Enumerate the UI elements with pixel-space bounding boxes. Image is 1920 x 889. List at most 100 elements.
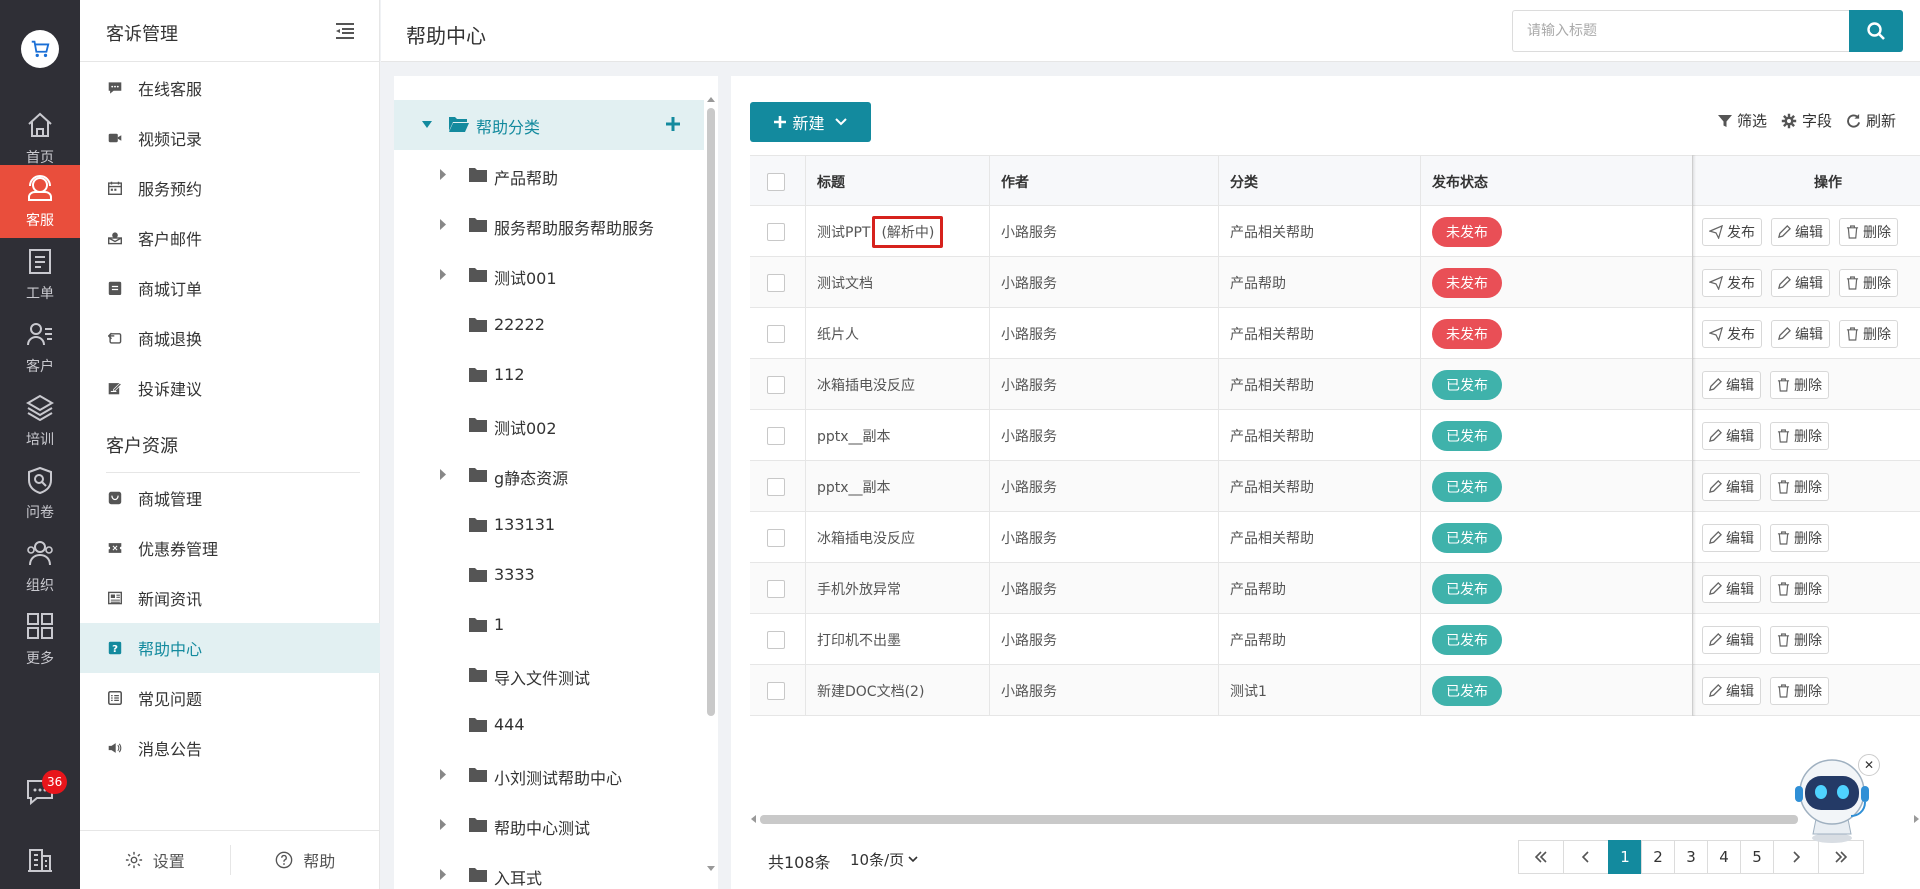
article-title[interactable]: 打印机不出墨 xyxy=(817,630,901,650)
tree-node[interactable]: 测试002 xyxy=(394,400,704,450)
caret-right-icon[interactable] xyxy=(440,819,447,830)
article-title[interactable]: 手机外放异常 xyxy=(817,579,901,599)
caret-right-icon[interactable] xyxy=(440,269,447,280)
row-checkbox[interactable] xyxy=(767,222,785,241)
row-checkbox[interactable] xyxy=(767,681,785,700)
delete-button[interactable]: 删除 xyxy=(1839,319,1898,348)
column-header[interactable]: 标题 xyxy=(817,156,845,207)
article-title[interactable]: 冰箱插电没反应 xyxy=(817,375,915,395)
tree-node[interactable]: 3333 xyxy=(394,550,704,600)
page-number-button[interactable]: 1 xyxy=(1608,840,1642,874)
table-row[interactable]: 测试PPT (解析中) 小路服务 产品相关帮助 未发布 发布 编辑 删除 xyxy=(750,206,1920,257)
search-button[interactable] xyxy=(1849,10,1903,52)
article-title[interactable]: pptx__副本 xyxy=(817,477,891,497)
tree-node[interactable]: 测试001 xyxy=(394,250,704,300)
rail-item-5[interactable]: 问卷 xyxy=(0,457,80,530)
row-checkbox[interactable] xyxy=(767,477,785,496)
filter-button[interactable]: 筛选 xyxy=(1717,110,1767,131)
edit-button[interactable]: 编辑 xyxy=(1702,421,1761,450)
settings-button[interactable]: 设置 xyxy=(80,831,230,889)
tree-node[interactable]: g静态资源 xyxy=(394,450,704,500)
next-page-button[interactable] xyxy=(1773,840,1819,874)
row-checkbox[interactable] xyxy=(767,528,785,547)
delete-button[interactable]: 删除 xyxy=(1770,370,1829,399)
scrollbar-thumb[interactable] xyxy=(707,108,715,716)
page-number-button[interactable]: 5 xyxy=(1740,840,1774,874)
publish-button[interactable]: 发布 xyxy=(1702,268,1762,297)
delete-button[interactable]: 删除 xyxy=(1839,268,1898,297)
caret-right-icon[interactable] xyxy=(440,469,447,480)
delete-button[interactable]: 删除 xyxy=(1770,472,1829,501)
last-page-button[interactable] xyxy=(1818,840,1864,874)
sidebar-item[interactable]: 商城管理 xyxy=(80,473,380,523)
edit-button[interactable]: 编辑 xyxy=(1702,574,1761,603)
sidebar-item[interactable]: ? 帮助中心 xyxy=(80,623,380,673)
sidebar-item[interactable]: 视频记录 xyxy=(80,113,380,163)
page-number-button[interactable]: 2 xyxy=(1641,840,1675,874)
article-title[interactable]: 冰箱插电没反应 xyxy=(817,528,915,548)
sidebar-item[interactable]: 优惠券管理 xyxy=(80,523,380,573)
tree-node[interactable]: 112 xyxy=(394,350,704,400)
tree-root[interactable]: 帮助分类 xyxy=(394,100,704,150)
tree-node[interactable]: 444 xyxy=(394,700,704,750)
delete-button[interactable]: 删除 xyxy=(1770,421,1829,450)
table-row[interactable]: 纸片人 小路服务 产品相关帮助 未发布 发布 编辑 删除 xyxy=(750,308,1920,359)
sidebar-item[interactable]: 常见问题 xyxy=(80,673,380,723)
caret-right-icon[interactable] xyxy=(440,869,447,880)
column-header[interactable]: 发布状态 xyxy=(1432,156,1488,207)
table-row[interactable]: 手机外放异常 小路服务 产品帮助 已发布 编辑 删除 xyxy=(750,563,1920,614)
scrollbar-thumb[interactable] xyxy=(760,815,1798,824)
rail-item-3[interactable]: 客户 xyxy=(0,311,80,384)
caret-right-icon[interactable] xyxy=(440,169,447,180)
close-icon[interactable]: ✕ xyxy=(1858,754,1880,776)
table-row[interactable]: 打印机不出墨 小路服务 产品帮助 已发布 编辑 删除 xyxy=(750,614,1920,665)
sidebar-item[interactable]: 客户邮件 xyxy=(80,213,380,263)
sidebar-item[interactable]: 新闻资讯 xyxy=(80,573,380,623)
rail-item-1[interactable]: 客服 xyxy=(0,165,80,238)
refresh-button[interactable]: 刷新 xyxy=(1846,110,1896,131)
edit-button[interactable]: 编辑 xyxy=(1771,268,1830,297)
publish-button[interactable]: 发布 xyxy=(1702,217,1762,246)
first-page-button[interactable] xyxy=(1518,840,1564,874)
edit-button[interactable]: 编辑 xyxy=(1771,217,1830,246)
column-header[interactable]: 分类 xyxy=(1230,156,1258,207)
sidebar-item[interactable]: 在线客服 xyxy=(80,63,380,113)
chat-bubble-icon[interactable] xyxy=(0,762,80,822)
help-button[interactable]: 帮助 xyxy=(231,831,381,889)
rail-item-7[interactable]: 更多 xyxy=(0,603,80,676)
rail-item-4[interactable]: 培训 xyxy=(0,384,80,457)
table-row[interactable]: 冰箱插电没反应 小路服务 产品相关帮助 已发布 编辑 删除 xyxy=(750,359,1920,410)
delete-button[interactable]: 删除 xyxy=(1770,676,1829,705)
tree-node[interactable]: 服务帮助服务帮助服务 xyxy=(394,200,704,250)
rail-item-2[interactable]: 工单 xyxy=(0,238,80,311)
select-all-checkbox[interactable] xyxy=(767,172,785,191)
building-icon[interactable] xyxy=(0,830,80,889)
table-horizontal-scrollbar[interactable] xyxy=(751,814,1920,824)
row-checkbox[interactable] xyxy=(767,579,785,598)
cart-logo-icon[interactable] xyxy=(21,30,59,68)
delete-button[interactable]: 删除 xyxy=(1839,217,1898,246)
article-title[interactable]: 测试PPT xyxy=(817,222,870,242)
table-row[interactable]: pptx__副本 小路服务 产品相关帮助 已发布 编辑 删除 xyxy=(750,461,1920,512)
delete-button[interactable]: 删除 xyxy=(1770,523,1829,552)
rail-item-6[interactable]: 组织 xyxy=(0,530,80,603)
row-checkbox[interactable] xyxy=(767,324,785,343)
table-row[interactable]: 冰箱插电没反应 小路服务 产品相关帮助 已发布 编辑 删除 xyxy=(750,512,1920,563)
delete-button[interactable]: 删除 xyxy=(1770,625,1829,654)
tree-node[interactable]: 22222 xyxy=(394,300,704,350)
sidebar-item[interactable]: 商城订单 xyxy=(80,263,380,313)
row-checkbox[interactable] xyxy=(767,426,785,445)
edit-button[interactable]: 编辑 xyxy=(1771,319,1830,348)
article-title[interactable]: 测试文档 xyxy=(817,273,873,293)
collapse-menu-icon[interactable] xyxy=(334,22,356,44)
add-category-icon[interactable] xyxy=(666,117,680,131)
page-number-button[interactable]: 4 xyxy=(1707,840,1741,874)
article-title[interactable]: 新建DOC文档(2) xyxy=(817,681,924,701)
column-header[interactable]: 作者 xyxy=(1001,156,1029,207)
edit-button[interactable]: 编辑 xyxy=(1702,676,1761,705)
row-checkbox[interactable] xyxy=(767,375,785,394)
article-title[interactable]: 纸片人 xyxy=(817,324,859,344)
publish-button[interactable]: 发布 xyxy=(1702,319,1762,348)
new-button[interactable]: 新建 xyxy=(750,102,871,142)
tree-node[interactable]: 导入文件测试 xyxy=(394,650,704,700)
